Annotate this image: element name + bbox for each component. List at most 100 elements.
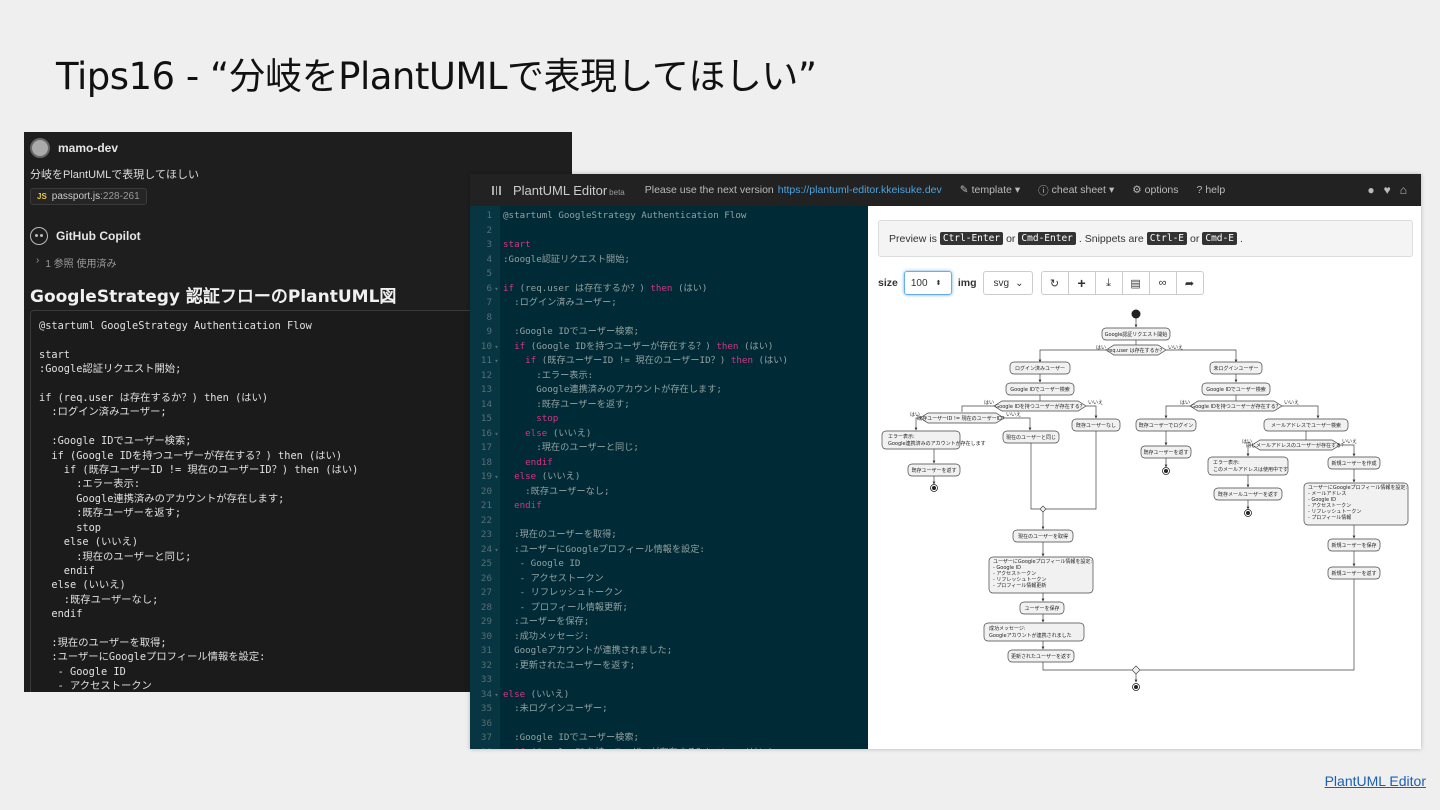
code-line[interactable]: 20 :既存ユーザーなし; [470, 485, 868, 500]
fold-arrow-icon[interactable] [492, 485, 501, 500]
code-line[interactable]: 28 - プロフィール情報更新; [470, 601, 868, 616]
code-line[interactable]: 36 [470, 717, 868, 732]
home-icon[interactable]: ⌂ [1400, 183, 1407, 197]
fold-arrow-icon[interactable] [492, 369, 501, 384]
fold-arrow-icon[interactable] [492, 572, 501, 587]
code-line[interactable]: 38▾ if (Google IDを持つユーザーが存在する？) then (はい… [470, 746, 868, 750]
fold-arrow-icon[interactable] [492, 325, 501, 340]
fold-arrow-icon[interactable]: ▾ [492, 282, 501, 297]
code-line[interactable]: 32 :更新されたユーザーを返す; [470, 659, 868, 674]
fold-arrow-icon[interactable] [492, 557, 501, 572]
code-line[interactable]: 22 [470, 514, 868, 529]
code-line[interactable]: 18 endif [470, 456, 868, 471]
github-icon[interactable]: ● [1367, 183, 1374, 197]
fold-arrow-icon[interactable] [492, 514, 501, 529]
code-line[interactable]: 7 :ログイン済みユーザー; [470, 296, 868, 311]
fold-arrow-icon[interactable] [492, 644, 501, 659]
menu-icon[interactable] [492, 185, 502, 195]
code-line[interactable]: 2 [470, 224, 868, 239]
code-line[interactable]: 21 endif [470, 499, 868, 514]
code-line[interactable]: 30 :成功メッセージ: [470, 630, 868, 645]
next-version-link[interactable]: https://plantuml-editor.kkeisuke.dev [778, 184, 942, 196]
print-icon[interactable]: ▤ [1121, 271, 1150, 295]
fold-arrow-icon[interactable] [492, 702, 501, 717]
fold-arrow-icon[interactable]: ▾ [492, 427, 501, 442]
link-icon[interactable]: ∞ [1148, 271, 1177, 295]
options-menu[interactable]: ⚙ options [1132, 184, 1178, 196]
code-line[interactable]: 29 :ユーザーを保存; [470, 615, 868, 630]
fold-arrow-icon[interactable] [492, 253, 501, 268]
fold-arrow-icon[interactable]: ▾ [492, 688, 501, 703]
fold-arrow-icon[interactable] [492, 238, 501, 253]
fold-arrow-icon[interactable] [492, 267, 501, 282]
fold-arrow-icon[interactable] [492, 456, 501, 471]
code-editor[interactable]: 1 @startuml GoogleStrategy Authentication… [470, 206, 868, 749]
refresh-icon[interactable]: ↻ [1040, 271, 1069, 295]
code-line[interactable]: 14 :既存ユーザーを返す; [470, 398, 868, 413]
code-lines[interactable]: 1 @startuml GoogleStrategy Authentication… [470, 209, 868, 749]
plantuml-editor-link[interactable]: PlantUML Editor [1325, 773, 1426, 789]
code-line[interactable]: 35 :未ログインユーザー; [470, 702, 868, 717]
twitter-icon[interactable]: ♥ [1384, 183, 1391, 197]
fold-arrow-icon[interactable] [492, 630, 501, 645]
cheat-sheet-menu[interactable]: ⓘ cheat sheet ▾ [1038, 183, 1114, 198]
code-line[interactable]: 8 [470, 311, 868, 326]
size-input[interactable]: 100 ⬍ [903, 271, 952, 295]
fold-arrow-icon[interactable]: ▾ [492, 354, 501, 369]
code-line[interactable]: 9 :Google IDでユーザー検索; [470, 325, 868, 340]
fold-arrow-icon[interactable] [492, 659, 501, 674]
code-line[interactable]: 4:Google認証リクエスト開始; [470, 253, 868, 268]
code-line[interactable]: 6 ▾ if (req.user は存在するか？) then (はい) [470, 282, 868, 297]
code-line[interactable]: 31 Googleアカウントが連携されました; [470, 644, 868, 659]
code-line[interactable]: 27 - リフレッシュトークン [470, 586, 868, 601]
fold-arrow-icon[interactable] [492, 383, 501, 398]
fold-arrow-icon[interactable] [492, 441, 501, 456]
code-line[interactable]: 19 ▾ else (いいえ) [470, 470, 868, 485]
code-line[interactable]: 15 stop [470, 412, 868, 427]
fold-arrow-icon[interactable]: ▾ [492, 340, 501, 355]
brand[interactable]: PlantUML Editor beta [513, 183, 625, 198]
share-icon[interactable]: ➦ [1175, 271, 1204, 295]
code-line[interactable]: 33 [470, 673, 868, 688]
fold-arrow-icon[interactable]: ▾ [492, 543, 501, 558]
fold-arrow-icon[interactable]: ▾ [492, 470, 501, 485]
fold-arrow-icon[interactable] [492, 528, 501, 543]
fold-arrow-icon[interactable] [492, 717, 501, 732]
code-line[interactable]: 37 :Google IDでユーザー検索; [470, 731, 868, 746]
code-line[interactable]: 26 - アクセストークン [470, 572, 868, 587]
fold-arrow-icon[interactable]: ▾ [492, 746, 501, 750]
img-format-select[interactable]: svg ⌄ [982, 271, 1033, 295]
stepper-icon[interactable]: ⬍ [936, 279, 942, 287]
references-toggle[interactable]: › 1 参照 使用済み [36, 255, 116, 270]
fold-arrow-icon[interactable] [492, 499, 501, 514]
plus-icon[interactable]: + [1067, 271, 1096, 295]
code-line[interactable]: 1 @startuml GoogleStrategy Authentication… [470, 209, 868, 224]
fold-arrow-icon[interactable] [492, 601, 501, 616]
fold-arrow-icon[interactable] [492, 398, 501, 413]
code-line[interactable]: 24 ▾ :ユーザーにGoogleプロフィール情報を設定: [470, 543, 868, 558]
help-menu[interactable]: ? help [1197, 184, 1226, 196]
code-line[interactable]: 16 ▾ else (いいえ) [470, 427, 868, 442]
fold-arrow-icon[interactable] [492, 311, 501, 326]
code-line[interactable]: 11 ▾ if (既存ユーザーID != 現在のユーザーID？) then (はい… [470, 354, 868, 369]
code-line[interactable]: 13 Google連携済みのアカウントが存在します; [470, 383, 868, 398]
code-line[interactable]: 12 :エラー表示: [470, 369, 868, 384]
fold-arrow-icon[interactable] [492, 296, 501, 311]
template-menu[interactable]: ✎ template ▾ [960, 184, 1020, 196]
file-reference-chip[interactable]: JS passport.js:228-261 [30, 188, 147, 205]
fold-arrow-icon[interactable] [492, 412, 501, 427]
fold-arrow-icon[interactable] [492, 209, 501, 224]
code-line[interactable]: 23 :現在のユーザーを取得; [470, 528, 868, 543]
fold-arrow-icon[interactable] [492, 224, 501, 239]
code-line[interactable]: 17 :現在のユーザーと同じ; [470, 441, 868, 456]
fold-arrow-icon[interactable] [492, 586, 501, 601]
fold-arrow-icon[interactable] [492, 731, 501, 746]
code-line[interactable]: 10 ▾ if (Google IDを持つユーザーが存在する？) then (はい… [470, 340, 868, 355]
code-line[interactable]: 5 [470, 267, 868, 282]
fold-arrow-icon[interactable] [492, 673, 501, 688]
fold-arrow-icon[interactable] [492, 615, 501, 630]
download-icon[interactable]: ⤓ [1094, 271, 1123, 295]
code-line[interactable]: 25 - Google ID [470, 557, 868, 572]
code-line[interactable]: 34 ▾ else (いいえ) [470, 688, 868, 703]
code-line[interactable]: 3 start [470, 238, 868, 253]
